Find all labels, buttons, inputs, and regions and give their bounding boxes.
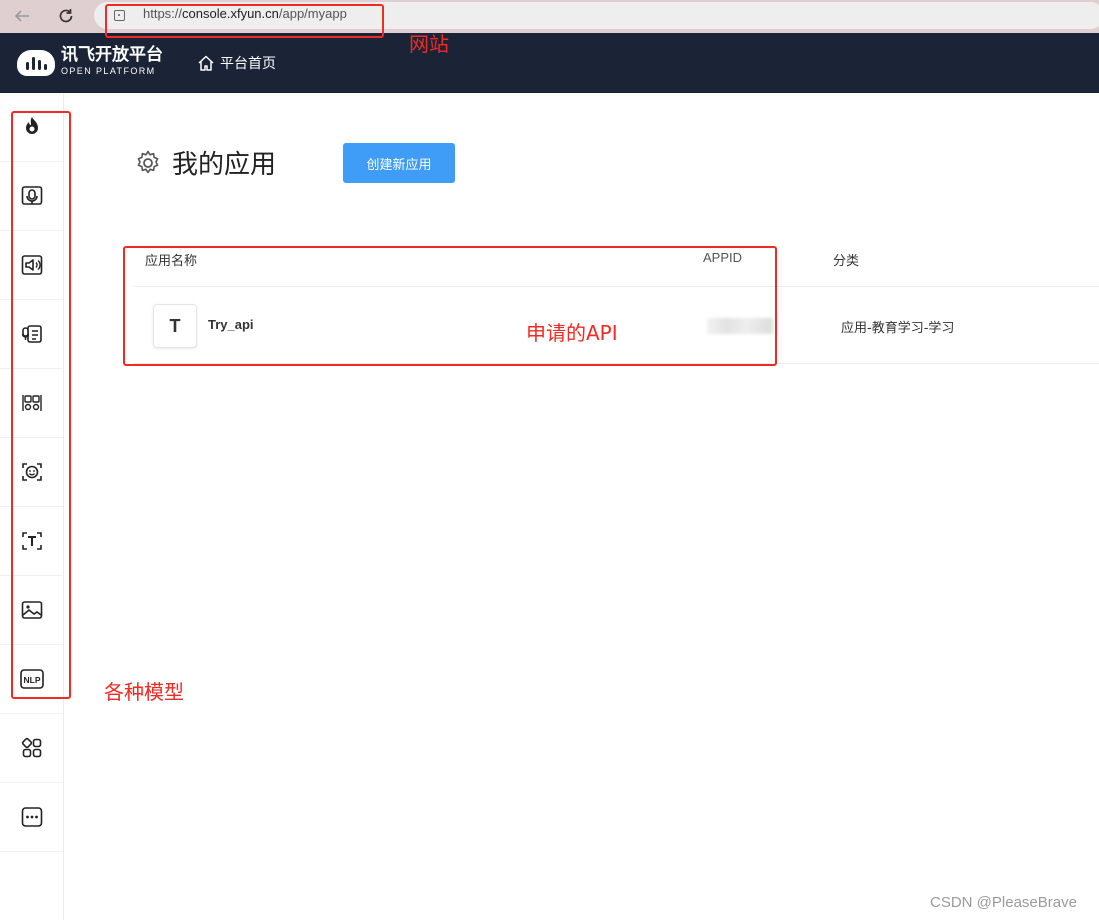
- logo-cloud-icon: [17, 48, 55, 76]
- annotation-box-url: [105, 4, 384, 38]
- page-title: 我的应用: [134, 144, 276, 181]
- page-title-text: 我的应用: [172, 150, 277, 180]
- reload-icon[interactable]: [54, 4, 78, 28]
- logo-subtitle: OPEN PLATFORM: [61, 66, 156, 76]
- column-header-category: 分类: [833, 254, 860, 269]
- gear-icon: [137, 150, 159, 173]
- sidebar-item-more[interactable]: [0, 783, 63, 852]
- home-link[interactable]: 平台首页: [197, 53, 276, 73]
- create-app-button[interactable]: 创建新应用: [343, 143, 455, 183]
- platform-logo[interactable]: 讯飞开放平台 OPEN PLATFORM: [17, 47, 163, 76]
- watermark: CSDN @PleaseBrave: [930, 894, 1077, 911]
- home-icon: [198, 55, 214, 71]
- home-link-label: 平台首页: [220, 56, 276, 72]
- sidebar-item-all-apps[interactable]: [0, 714, 63, 783]
- apps-grid-icon: [21, 737, 41, 758]
- back-arrow-icon[interactable]: [10, 4, 34, 28]
- app-header: 讯飞开放平台 OPEN PLATFORM 平台首页: [0, 33, 1099, 93]
- annotation-label-website: 网站: [409, 32, 449, 56]
- more-icon: [21, 807, 42, 827]
- annotation-label-api: 申请的API: [526, 321, 618, 345]
- app-category: 应用-教育学习-学习: [841, 321, 955, 336]
- logo-title: 讯飞开放平台: [61, 45, 163, 65]
- annotation-box-api: [123, 246, 777, 366]
- annotation-box-models: [11, 111, 71, 699]
- annotation-label-models: 各种模型: [104, 680, 184, 704]
